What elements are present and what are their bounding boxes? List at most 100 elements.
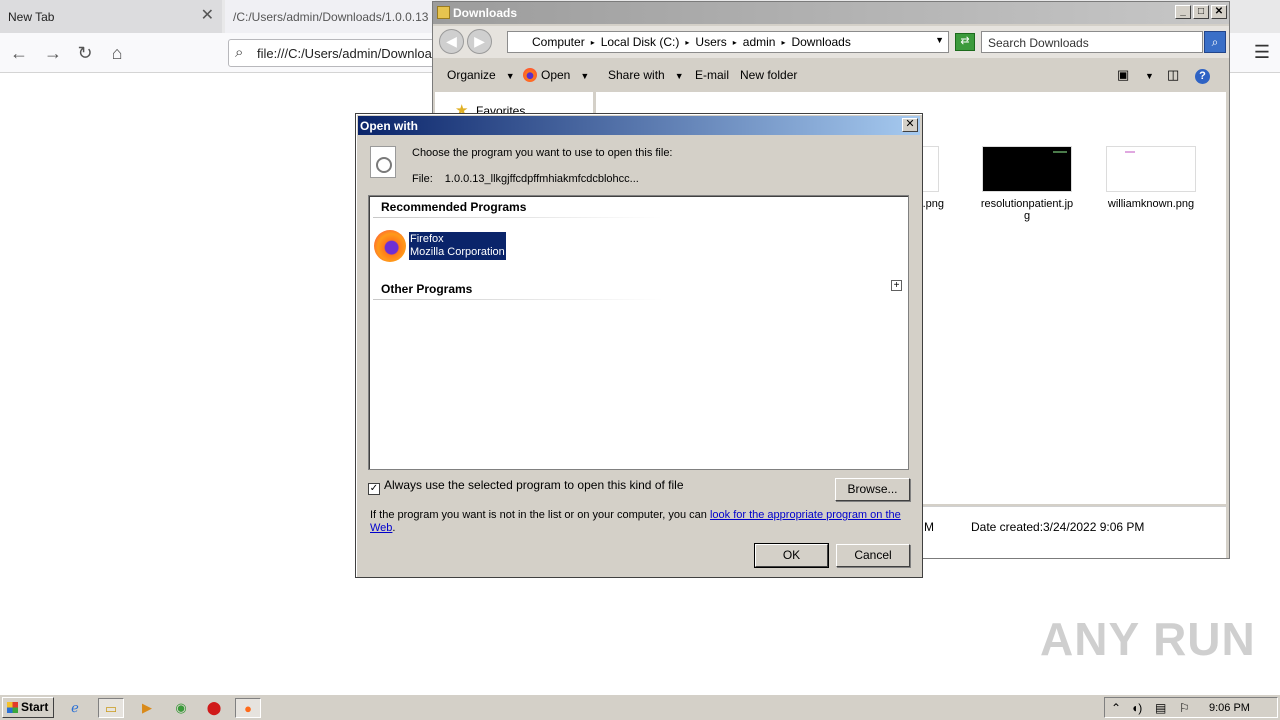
breadcrumb-local-disk[interactable]: Local Disk (C:) [601,32,680,49]
back-arrow-icon[interactable]: ← [6,41,32,65]
firefox-icon [374,230,406,262]
start-button[interactable]: Start [2,697,54,718]
browse-button[interactable]: Browse... [835,478,910,501]
expand-icon[interactable]: + [891,280,902,291]
breadcrumb-admin[interactable]: admin [743,32,776,49]
share-with-button[interactable]: Share with ▼ [608,68,684,82]
file-item[interactable]: williamknown.png [1103,146,1199,210]
close-icon[interactable]: ✕ [201,8,214,24]
help-button[interactable]: ? [1195,67,1210,84]
dialog-prompt: Choose the program you want to use to op… [412,147,673,159]
file-name: 1.0.0.13_llkgjffcdpffmhiakmfcdcblohcc... [444,173,639,185]
selected-program: Firefox Mozilla Corporation [409,232,506,260]
flag-icon[interactable]: ⚐ [1179,701,1190,715]
share-with-label: Share with [608,68,665,82]
reload-icon[interactable]: ↻ [72,41,98,65]
program-list: Recommended Programs Firefox Mozilla Cor… [368,195,909,470]
open-button[interactable]: Open ▼ [523,68,589,82]
open-with-dialog: Open with ✕ Choose the program you want … [355,113,923,578]
watermark-logo: ANY RUN [1040,613,1256,665]
file-name: resolutionpatient.jpg [980,198,1074,222]
minimize-icon[interactable]: _ [1175,5,1191,19]
always-use-row[interactable]: ✓ Always use the selected program to open… [368,478,684,495]
file-search-icon [370,146,396,178]
tab-downloads-file[interactable]: /C:/Users/admin/Downloads/1.0.0.13 [225,0,435,33]
close-icon[interactable]: ✕ [1211,5,1227,19]
forward-arrow-icon[interactable]: ▶ [467,29,492,54]
refresh-icon[interactable]: ⇄ [955,33,975,51]
other-programs-header: Other Programs [381,282,473,296]
home-icon[interactable]: ⌂ [104,41,130,65]
taskbar: Start ℯ ▭ ▶ ◉ ⬤ ● ⌃ ◖) ▤ ⚐ 9:06 PM [0,694,1280,720]
forward-arrow-icon[interactable]: → [40,41,66,65]
maximize-icon[interactable]: □ [1193,5,1209,19]
chevron-down-icon[interactable]: ▼ [935,35,944,45]
date-created-value: 3/24/2022 9:06 PM [1043,520,1145,534]
dialog-title-bar[interactable]: Open with ✕ [358,116,920,135]
new-folder-button[interactable]: New folder [740,68,797,82]
dialog-title: Open with [360,119,418,133]
divider [373,217,663,218]
preview-pane-icon[interactable]: ◫ [1167,67,1179,83]
chevron-down-icon[interactable]: ▼ [1145,71,1154,81]
url-text: file:///C:/Users/admin/Downloads [257,46,446,61]
file-item[interactable]: resolutionpatient.jpg [979,146,1075,222]
always-use-label: Always use the selected program to open … [384,478,684,492]
file-name: williamknown.png [1107,198,1195,210]
file-label: File: [412,173,433,185]
cancel-button[interactable]: Cancel [836,544,910,567]
address-bar[interactable]: Computer ▸ Local Disk (C:) ▸ Users ▸ admin ▸ Dow… [507,31,949,53]
volume-icon[interactable]: ◖) [1131,701,1142,715]
chevron-down-icon: ▼ [505,71,515,81]
breadcrumb-users[interactable]: Users [695,32,726,49]
explorer-taskbar-icon[interactable]: ▭ [98,698,124,718]
organize-button[interactable]: Organize ▼ [447,68,515,82]
detail-fragment: M [924,520,934,534]
search-icon[interactable]: ⌕ [1204,31,1226,53]
help-text: If the program you want is not in the li… [370,509,910,535]
menu-icon[interactable]: ☰ [1254,42,1270,63]
clock[interactable]: 9:06 PM [1209,702,1250,714]
tab-label: New Tab [8,9,55,24]
search-input[interactable]: Search Downloads [981,31,1203,53]
firefox-taskbar-icon[interactable]: ● [235,698,261,718]
chevron-right-icon: ▸ [590,38,595,47]
chevron-right-icon: ▸ [781,38,786,47]
breadcrumb-downloads[interactable]: Downloads [791,32,850,49]
always-use-checkbox[interactable]: ✓ [368,483,380,495]
back-arrow-icon[interactable]: ◀ [439,29,464,54]
chrome-icon[interactable]: ◉ [168,698,194,718]
email-button[interactable]: E-mail [695,68,729,82]
recommended-programs-header: Recommended Programs [381,200,527,214]
organize-label: Organize [447,68,496,82]
url-bar[interactable]: ⌕ file:///C:/Users/admin/Downloads [228,39,448,67]
ok-button[interactable]: OK [754,543,829,568]
opera-icon[interactable]: ⬤ [201,698,227,718]
explorer-title: Downloads [453,6,518,20]
internet-explorer-icon[interactable]: ℯ [62,698,88,718]
breadcrumb-computer[interactable]: Computer [532,32,585,49]
tab-new-tab[interactable]: New Tab ✕ [0,0,222,33]
firefox-icon [523,68,537,82]
tab-label: /C:/Users/admin/Downloads/1.0.0.13 [233,9,429,24]
folder-icon [437,6,450,19]
file-thumbnail [982,146,1072,192]
close-icon[interactable]: ✕ [902,118,918,132]
explorer-address-row: ◀ ▶ Computer ▸ Local Disk (C:) ▸ Users ▸ admin… [433,26,1229,58]
chevron-down-icon: ▼ [580,71,590,81]
divider [373,299,663,300]
windows-logo-icon [7,702,18,713]
explorer-title-bar[interactable]: Downloads _ □ ✕ [433,2,1229,24]
file-thumbnail [1106,146,1196,192]
program-publisher: Mozilla Corporation [410,246,505,258]
help-text-suffix: . [392,522,396,534]
program-name: Firefox [410,233,444,245]
start-label: Start [21,700,49,714]
network-icon[interactable]: ▤ [1155,701,1166,715]
change-view-icon[interactable]: ▣ [1117,67,1129,83]
open-label: Open [541,68,571,82]
chevron-up-icon[interactable]: ⌃ [1111,701,1121,715]
chevron-right-icon: ▸ [685,38,690,47]
media-player-icon[interactable]: ▶ [134,698,160,718]
explorer-command-bar: Organize ▼ Open ▼ Share with ▼ E-mail New f… [433,60,1229,90]
